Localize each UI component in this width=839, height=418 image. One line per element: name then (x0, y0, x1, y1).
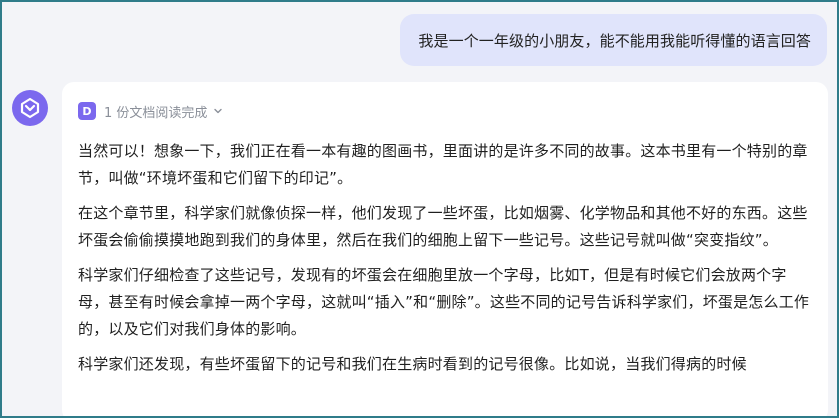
user-message-text: 我是一个一年级的小朋友，能不能用我能听得懂的语言回答 (418, 31, 811, 50)
answer-paragraph: 在这个章节里，科学家们就像侦探一样，他们发现了一些坏蛋，比如烟雾、化学物品和其他… (78, 204, 808, 249)
document-reference-label: 1 份文档阅读完成 (104, 105, 208, 121)
answer-paragraph: 科学家们仔细检查了这些记号，发现有的坏蛋会在细胞里放一个字母，比如T，但是有时候… (78, 266, 810, 338)
document-reference-toggle[interactable]: D 1 份文档阅读完成 (78, 100, 812, 122)
assistant-avatar (12, 90, 48, 126)
assistant-logo-icon (20, 97, 40, 119)
answer-paragraph: 当然可以！想象一下，我们正在看一本有趣的图画书，里面讲的是许多不同的故事。这本书… (78, 142, 808, 187)
chevron-down-icon[interactable] (213, 106, 223, 116)
document-icon: D (78, 102, 96, 120)
assistant-answer-card: D 1 份文档阅读完成 当然可以！想象一下，我们正在看一本有趣的图画书，里面讲的… (62, 82, 828, 416)
user-message-bubble: 我是一个一年级的小朋友，能不能用我能听得懂的语言回答 (400, 14, 827, 66)
chat-window: 我是一个一年级的小朋友，能不能用我能听得懂的语言回答 D 1 份文档阅读完成 当… (0, 0, 839, 418)
answer-paragraph: 科学家们还发现，有些坏蛋留下的记号和我们在生病时看到的记号很像。比如说，当我们得… (78, 355, 747, 373)
